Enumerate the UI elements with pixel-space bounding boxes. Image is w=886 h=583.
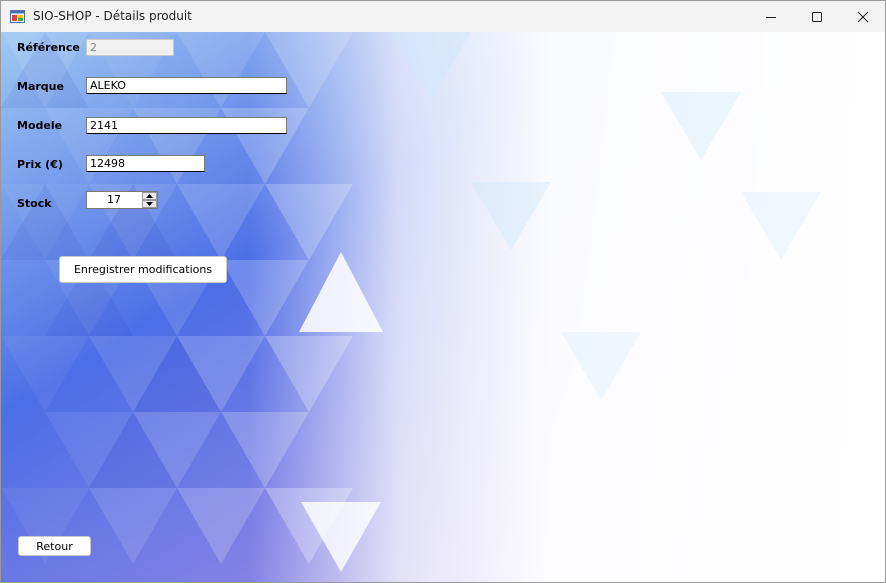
prix-label: Prix (€) xyxy=(17,158,63,171)
stock-value[interactable]: 17 xyxy=(87,192,141,208)
chevron-down-icon xyxy=(146,202,153,206)
triangle-background xyxy=(1,32,885,582)
modele-field[interactable] xyxy=(86,117,287,134)
minimize-icon xyxy=(766,16,776,18)
stock-decrement-button[interactable] xyxy=(142,200,157,208)
app-window-icon xyxy=(10,10,25,23)
save-changes-button[interactable]: Enregistrer modifications xyxy=(59,256,227,283)
reference-field[interactable] xyxy=(86,39,174,56)
window-title: SIO-SHOP - Détails produit xyxy=(33,9,192,23)
marque-label: Marque xyxy=(17,80,64,93)
back-button[interactable]: Retour xyxy=(18,536,91,556)
chevron-up-icon xyxy=(146,194,153,198)
prix-field[interactable] xyxy=(86,155,205,172)
stock-increment-button[interactable] xyxy=(142,192,157,200)
modele-label: Modele xyxy=(17,119,63,132)
app-window: SIO-SHOP - Détails produit Référence 2 M… xyxy=(0,0,886,583)
reference-label: Référence xyxy=(17,41,80,54)
stock-label: Stock xyxy=(17,197,52,210)
title-bar[interactable]: SIO-SHOP - Détails produit xyxy=(1,1,885,32)
minimize-button[interactable] xyxy=(748,1,794,32)
maximize-button[interactable] xyxy=(794,1,840,32)
close-button[interactable] xyxy=(840,1,885,32)
stock-stepper[interactable]: 17 xyxy=(86,191,158,209)
marque-field[interactable] xyxy=(86,77,287,94)
maximize-icon xyxy=(812,11,822,22)
form-client-area: Référence Marque Modele Prix (€) Stock 1… xyxy=(1,32,885,582)
close-icon xyxy=(857,11,869,22)
